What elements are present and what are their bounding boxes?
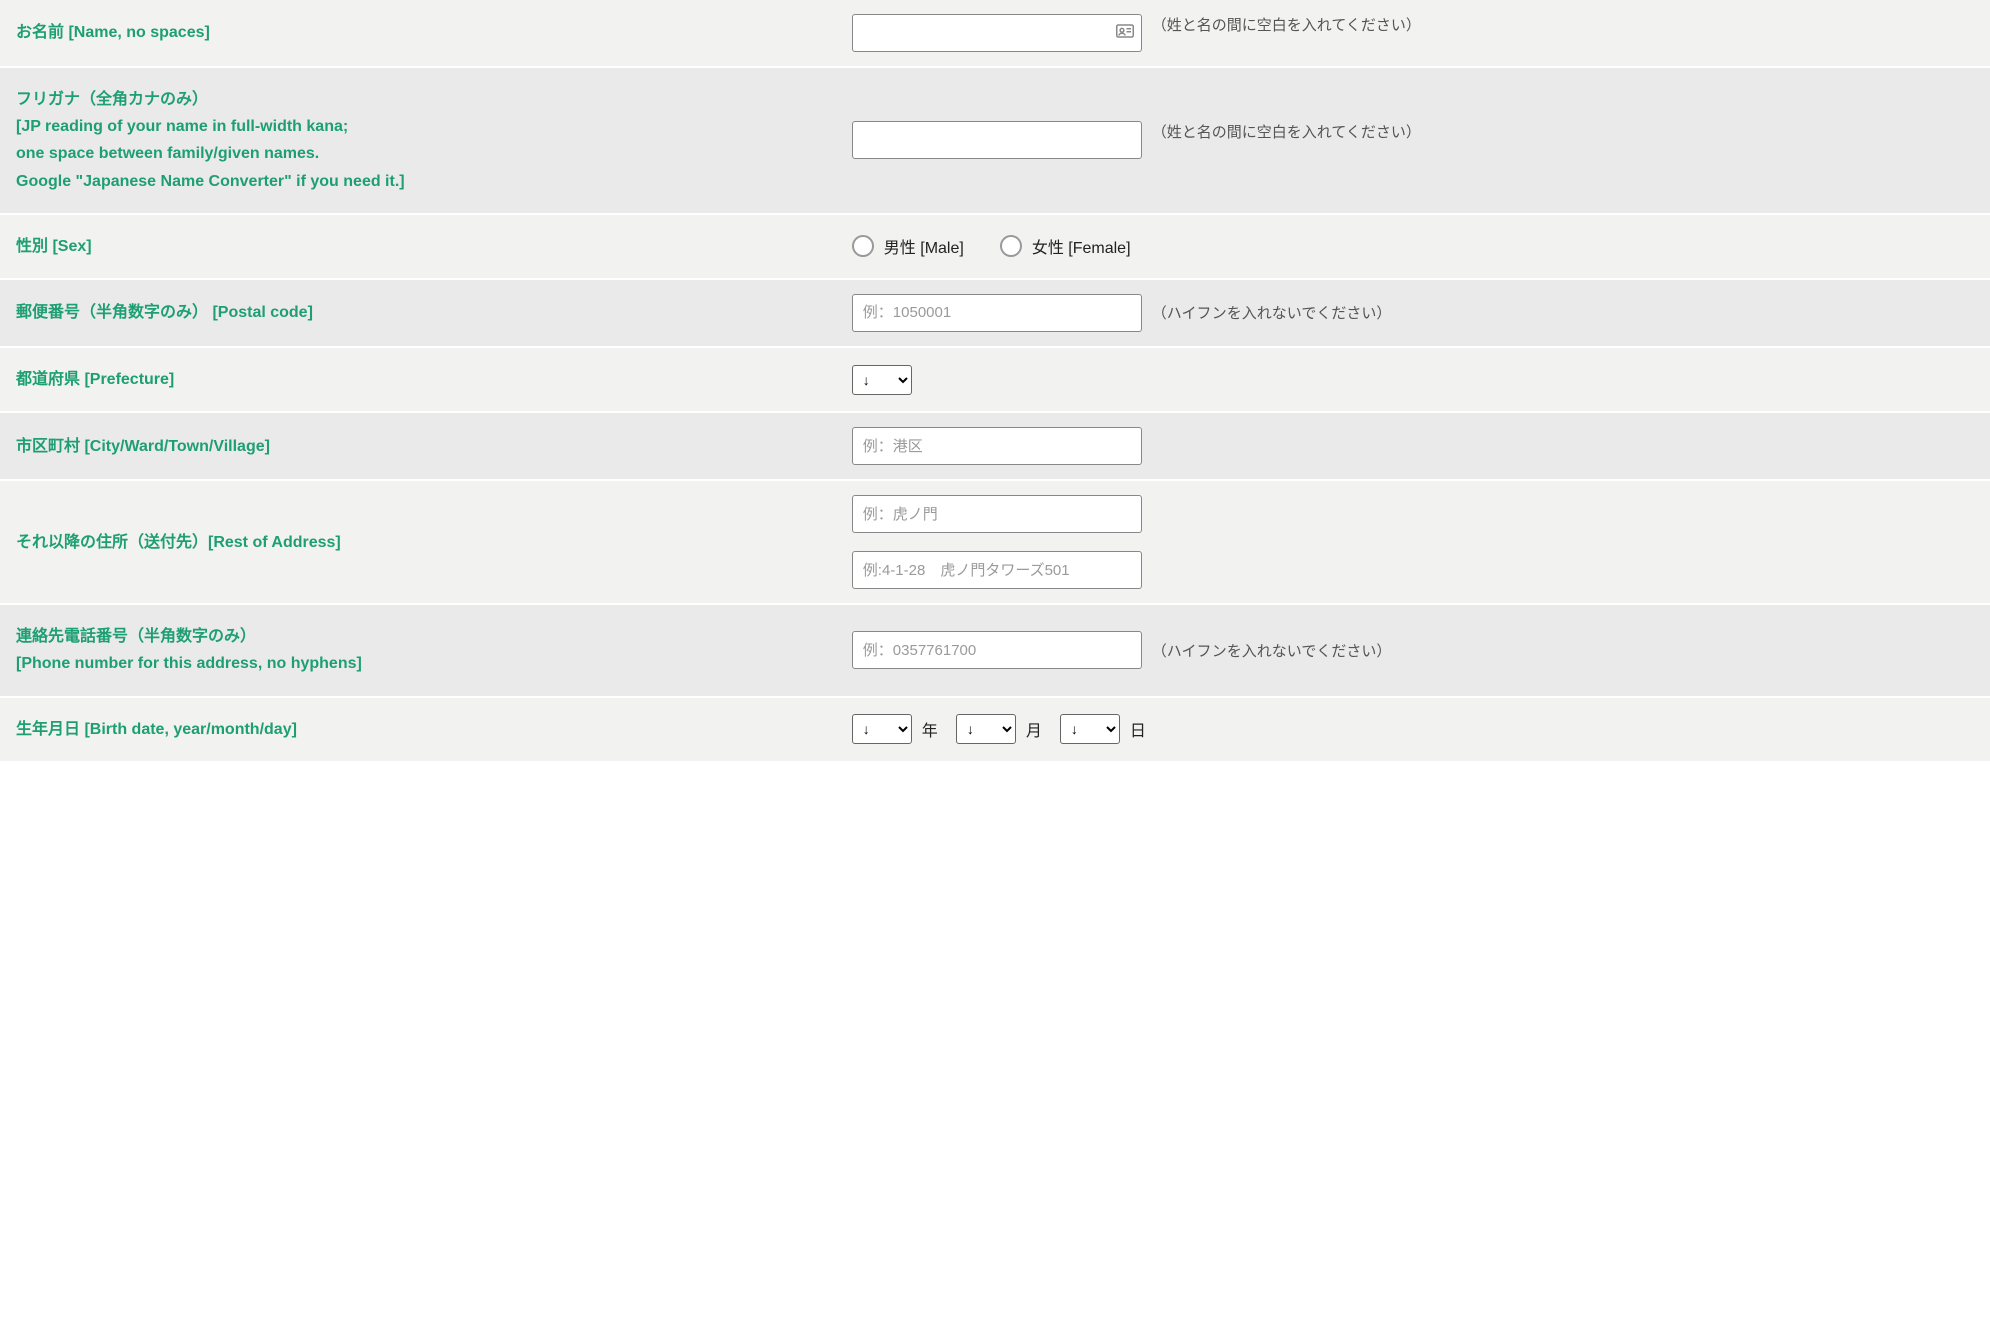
row-postal: 郵便番号（半角数字のみ） [Postal code] （ハイフンを入れないでくだ…	[0, 280, 1990, 348]
label-birthdate: 生年月日 [Birth date, year/month/day]	[0, 698, 836, 761]
name-hint: （姓と名の間に空白を入れてください）	[1152, 14, 1421, 35]
row-prefecture: 都道府県 [Prefecture] ↓	[0, 348, 1990, 413]
row-birthdate: 生年月日 [Birth date, year/month/day] ↓ 年 ↓ …	[0, 698, 1990, 763]
field-sex: 男性 [Male] 女性 [Female]	[836, 220, 1990, 272]
row-name: お名前 [Name, no spaces] （姓と名の間に空白を入れてください）	[0, 0, 1990, 68]
label-postal: 郵便番号（半角数字のみ） [Postal code]	[0, 281, 836, 344]
label-phone: 連絡先電話番号（半角数字のみ） [Phone number for this a…	[0, 605, 836, 695]
label-furigana: フリガナ（全角カナのみ） [JP reading of your name in…	[0, 68, 836, 213]
label-prefecture: 都道府県 [Prefecture]	[0, 348, 836, 411]
radio-male[interactable]	[852, 235, 874, 257]
contact-card-icon	[1116, 24, 1134, 42]
field-phone: （ハイフンを入れないでください）	[836, 617, 1990, 683]
furigana-hint: （姓と名の間に空白を入れてください）	[1152, 121, 1421, 142]
phone-input[interactable]	[852, 631, 1142, 669]
address-line1-input[interactable]	[852, 495, 1142, 533]
phone-hint: （ハイフンを入れないでください）	[1152, 640, 1392, 661]
year-suffix: 年	[922, 717, 938, 741]
name-input[interactable]	[852, 14, 1142, 52]
radio-female-label: 女性 [Female]	[1032, 234, 1131, 258]
radio-female[interactable]	[1000, 235, 1022, 257]
birth-day-select[interactable]: ↓	[1060, 714, 1120, 744]
birth-year-select[interactable]: ↓	[852, 714, 912, 744]
postal-input[interactable]	[852, 294, 1142, 332]
label-sex: 性別 [Sex]	[0, 215, 836, 278]
row-sex: 性別 [Sex] 男性 [Male] 女性 [Female]	[0, 215, 1990, 280]
row-phone: 連絡先電話番号（半角数字のみ） [Phone number for this a…	[0, 605, 1990, 697]
row-furigana: フリガナ（全角カナのみ） [JP reading of your name in…	[0, 68, 1990, 215]
label-city: 市区町村 [City/Ward/Town/Village]	[0, 415, 836, 478]
month-suffix: 月	[1026, 717, 1042, 741]
prefecture-select[interactable]: ↓	[852, 365, 912, 395]
city-input[interactable]	[852, 427, 1142, 465]
birth-month-select[interactable]: ↓	[956, 714, 1016, 744]
row-city: 市区町村 [City/Ward/Town/Village]	[0, 413, 1990, 481]
registration-form: お名前 [Name, no spaces] （姓と名の間に空白を入れてください）…	[0, 0, 1990, 763]
radio-male-label: 男性 [Male]	[884, 234, 964, 258]
day-suffix: 日	[1130, 717, 1146, 741]
field-name: （姓と名の間に空白を入れてください）	[836, 0, 1990, 66]
row-rest-address: それ以降の住所（送付先）[Rest of Address]	[0, 481, 1990, 605]
field-furigana: （姓と名の間に空白を入れてください）	[836, 107, 1990, 173]
label-rest-address: それ以降の住所（送付先）[Rest of Address]	[0, 511, 836, 574]
field-postal: （ハイフンを入れないでください）	[836, 280, 1990, 346]
field-prefecture: ↓	[836, 351, 1990, 409]
label-name: お名前 [Name, no spaces]	[0, 1, 836, 64]
field-city	[836, 413, 1990, 479]
field-birthdate: ↓ 年 ↓ 月 ↓ 日	[836, 700, 1990, 758]
address-line2-input[interactable]	[852, 551, 1142, 589]
postal-hint: （ハイフンを入れないでください）	[1152, 302, 1392, 323]
field-rest-address	[836, 481, 1990, 603]
furigana-input[interactable]	[852, 121, 1142, 159]
